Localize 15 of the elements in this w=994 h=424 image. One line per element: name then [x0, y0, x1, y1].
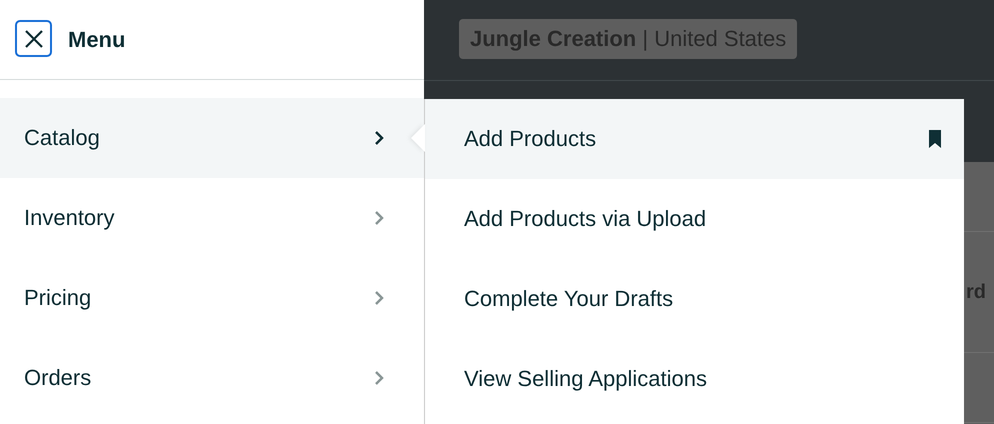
menu-title: Menu: [68, 26, 126, 52]
submenu-item[interactable]: Add Products via Upload: [425, 179, 964, 259]
submenu-item[interactable]: Add Products: [425, 99, 964, 179]
chevron-right-icon: [374, 370, 384, 386]
chevron-right-icon: [374, 130, 384, 146]
submenu-item[interactable]: Complete Your Drafts: [425, 259, 964, 339]
close-icon: [24, 30, 42, 48]
close-button[interactable]: [15, 20, 52, 57]
menu-item[interactable]: Inventory: [0, 178, 424, 258]
chevron-right-icon: [374, 210, 384, 226]
menu-item[interactable]: Catalog: [0, 98, 424, 178]
submenu-item[interactable]: View Selling Applications: [425, 339, 964, 419]
menu-item[interactable]: Orders: [0, 338, 424, 418]
menu-item[interactable]: Pricing: [0, 258, 424, 338]
chevron-right-icon: [374, 290, 384, 306]
